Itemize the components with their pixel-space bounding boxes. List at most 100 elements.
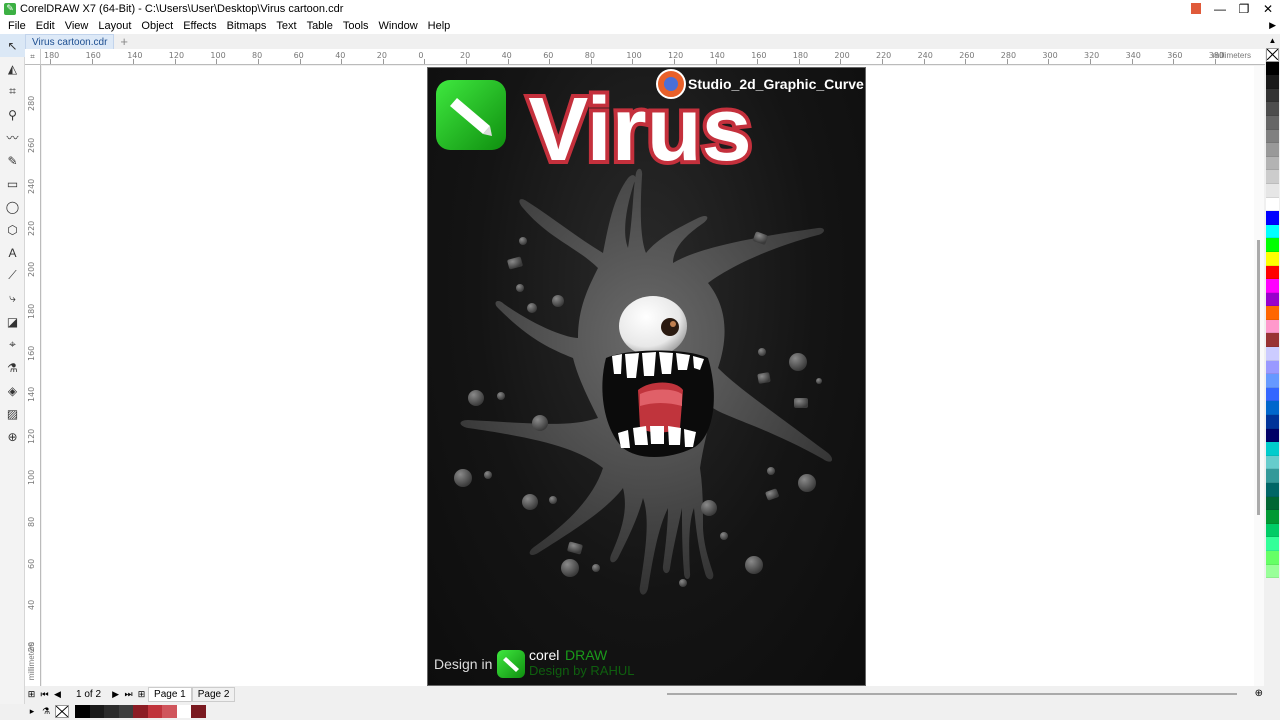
document-palette-swatch[interactable]	[118, 705, 133, 718]
palette-swatch[interactable]	[1266, 442, 1279, 456]
palette-scroll-up-icon[interactable]: ▲	[1265, 34, 1280, 48]
palette-swatch[interactable]	[1266, 387, 1279, 402]
horizontal-scrollbar[interactable]	[667, 693, 1237, 695]
palette-swatch[interactable]	[1266, 251, 1279, 266]
document-palette-swatch[interactable]	[75, 705, 90, 718]
document-palette-swatch[interactable]	[104, 705, 119, 718]
horizontal-ruler[interactable]: millimeters 180 160 140 120 100 80 60 40 20 0 20 40…	[41, 49, 1265, 65]
menu-bitmaps[interactable]: Bitmaps	[222, 20, 272, 32]
palette-swatch[interactable]	[1266, 401, 1279, 416]
palette-swatch[interactable]	[1266, 265, 1279, 280]
menu-table[interactable]: Table	[302, 20, 338, 32]
page-tab-1[interactable]: Page 1	[148, 687, 192, 702]
palette-swatch[interactable]	[1266, 238, 1279, 252]
palette-swatch[interactable]	[1266, 333, 1279, 348]
palette-swatch[interactable]	[1266, 183, 1279, 198]
palette-swatch[interactable]	[1266, 143, 1279, 157]
document-palette-swatch[interactable]	[191, 705, 206, 718]
document-palette-swatch[interactable]	[162, 705, 177, 718]
palette-swatch[interactable]	[1266, 279, 1279, 293]
palette-swatch[interactable]	[1266, 564, 1279, 579]
add-page-after-icon[interactable]: ⊞	[135, 689, 148, 700]
drop-shadow-tool-icon[interactable]: ◪	[0, 310, 25, 333]
ellipse-tool-icon[interactable]: ◯	[0, 195, 25, 218]
navigator-zoom-icon[interactable]: ⊕	[1255, 688, 1263, 699]
artboard-page[interactable]: Virus Studio_2d_Graphic_Curve Design in …	[427, 67, 866, 686]
palette-swatch[interactable]	[1266, 428, 1279, 443]
pick-tool-icon[interactable]: ↖	[0, 34, 25, 57]
document-palette-swatch[interactable]	[147, 705, 162, 718]
add-tool-icon[interactable]: ⊕	[0, 425, 25, 448]
eyedropper-icon[interactable]: ⚗	[39, 706, 53, 717]
new-tab-icon[interactable]: +	[120, 34, 128, 49]
menu-edit[interactable]: Edit	[31, 20, 60, 32]
document-palette-swatch[interactable]	[133, 705, 148, 718]
vertical-ruler[interactable]: millimeters 280 260 240 220 200 180 160 140 120 1…	[25, 65, 41, 686]
ruler-origin-icon[interactable]: ⌗	[25, 49, 41, 65]
palette-swatch[interactable]	[1266, 496, 1279, 511]
menu-help[interactable]: Help	[423, 20, 456, 32]
rectangle-tool-icon[interactable]: ▭	[0, 172, 25, 195]
palette-swatch[interactable]	[1266, 537, 1279, 551]
palette-swatch[interactable]	[1266, 156, 1279, 171]
menu-tools[interactable]: Tools	[338, 20, 374, 32]
palette-swatch[interactable]	[1266, 75, 1279, 89]
drawing-canvas[interactable]: Virus Studio_2d_Graphic_Curve Design in …	[42, 66, 1254, 686]
parallel-dimension-tool-icon[interactable]: ⟋	[0, 264, 25, 287]
palette-swatch[interactable]	[1266, 360, 1279, 375]
palette-swatch[interactable]	[1266, 319, 1279, 334]
palette-swatch[interactable]	[1266, 197, 1279, 212]
menu-layout[interactable]: Layout	[93, 20, 136, 32]
palette-swatch[interactable]	[1266, 102, 1279, 116]
menu-overflow-arrow-icon[interactable]: ▶	[1269, 20, 1276, 31]
interactive-fill-tool-icon[interactable]: ◈	[0, 379, 25, 402]
menu-file[interactable]: File	[3, 20, 31, 32]
vertical-scrollbar[interactable]	[1254, 66, 1264, 686]
palette-swatch[interactable]	[1266, 455, 1279, 470]
document-palette-swatch[interactable]	[176, 705, 191, 718]
palette-swatch[interactable]	[1266, 129, 1279, 144]
next-page-icon[interactable]: ▶	[109, 689, 122, 700]
palette-swatch[interactable]	[1266, 306, 1279, 320]
palette-swatch[interactable]	[1266, 115, 1279, 130]
close-button[interactable]: ✕	[1256, 0, 1280, 17]
palette-swatch[interactable]	[1266, 347, 1279, 361]
add-page-before-icon[interactable]: ⊞	[25, 689, 38, 700]
minimize-button[interactable]: —	[1208, 0, 1232, 17]
first-page-icon[interactable]: ⏮	[38, 689, 51, 700]
palette-swatch[interactable]	[1266, 374, 1279, 388]
palette-swatch[interactable]	[1266, 483, 1279, 497]
palette-swatch[interactable]	[1266, 469, 1279, 483]
connector-tool-icon[interactable]: ⤷	[0, 287, 25, 310]
crop-tool-icon[interactable]: ⌗	[0, 80, 25, 103]
no-color-swatch[interactable]	[1266, 48, 1279, 62]
color-eyedropper-tool-icon[interactable]: ⚗	[0, 356, 25, 379]
zoom-tool-icon[interactable]: ⚲	[0, 103, 25, 126]
palette-menu-icon[interactable]: ▸	[25, 706, 39, 717]
transparency-tool-icon[interactable]: ⌖	[0, 333, 25, 356]
previous-page-icon[interactable]: ◀	[51, 689, 64, 700]
palette-swatch[interactable]	[1266, 415, 1279, 429]
palette-swatch[interactable]	[1266, 88, 1279, 103]
user-account-icon[interactable]	[1184, 0, 1208, 17]
menu-object[interactable]: Object	[136, 20, 178, 32]
document-tab[interactable]: Virus cartoon.cdr	[25, 34, 115, 49]
shape-tool-icon[interactable]: ◭	[0, 57, 25, 80]
text-tool-icon[interactable]: A	[0, 241, 25, 264]
palette-swatch[interactable]	[1266, 224, 1279, 239]
menu-view[interactable]: View	[60, 20, 94, 32]
vertical-scroll-thumb[interactable]	[1257, 240, 1260, 515]
document-no-color-swatch[interactable]	[55, 705, 69, 718]
freehand-tool-icon[interactable]: 〰	[0, 126, 25, 149]
palette-swatch[interactable]	[1266, 211, 1279, 225]
menu-effects[interactable]: Effects	[178, 20, 221, 32]
maximize-button[interactable]: ❐	[1232, 0, 1256, 17]
palette-swatch[interactable]	[1266, 510, 1279, 524]
page-tab-2[interactable]: Page 2	[191, 687, 236, 702]
polygon-tool-icon[interactable]: ⬡	[0, 218, 25, 241]
document-palette-swatch[interactable]	[89, 705, 104, 718]
artistic-media-tool-icon[interactable]: ✎	[0, 149, 25, 172]
palette-swatch[interactable]	[1266, 550, 1279, 565]
palette-swatch[interactable]	[1266, 523, 1279, 538]
menu-window[interactable]: Window	[374, 20, 423, 32]
